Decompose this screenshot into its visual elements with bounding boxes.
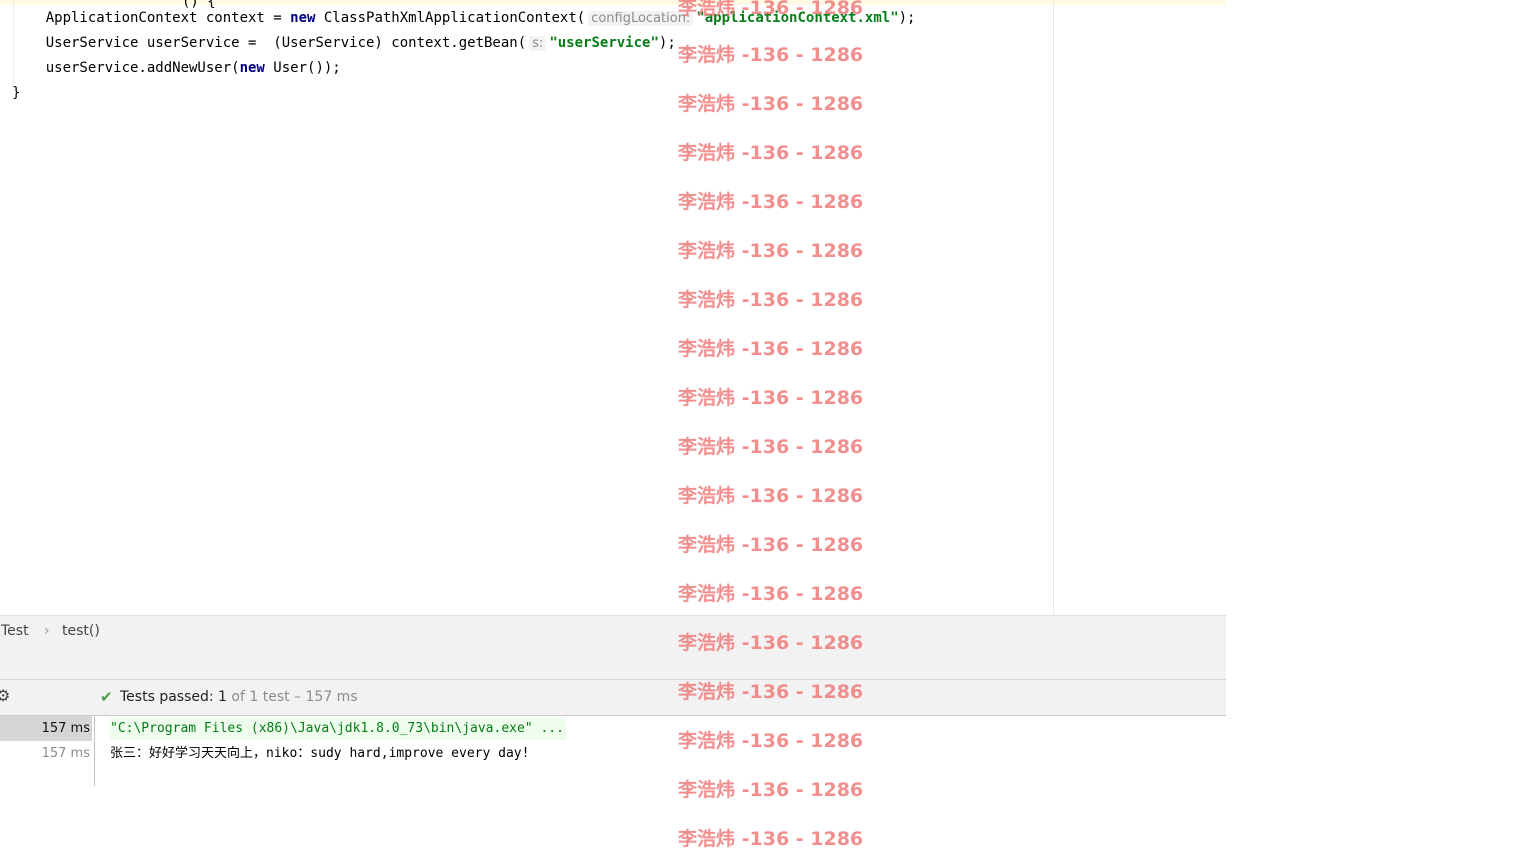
code-line-4[interactable]: } [12,83,20,103]
code-line-2[interactable]: UserService userService = (UserService) … [12,33,676,54]
code-text: ApplicationContext context = [12,10,291,26]
string-literal: "applicationContext.xml" [696,10,899,26]
check-icon: ✔ [100,688,113,706]
test-tree: 157 ms 157 ms [0,716,94,786]
test-status: Tests passed: 1 of 1 test – 157 ms [120,689,358,705]
console-output-line[interactable]: 张三：好好学习天天向上，niko：sudy hard,improve every… [110,743,529,765]
gear-icon[interactable]: ⚙ [0,688,12,704]
breadcrumb-item-method[interactable]: test() [62,623,100,639]
run-status-bar: ⚙ ✔ Tests passed: 1 of 1 test – 157 ms [0,680,1226,716]
string-literal: "userService" [549,35,659,51]
breadcrumb: Test › test() [0,615,1226,647]
passed-count: 1 [218,689,227,705]
code-line-1[interactable]: ApplicationContext context = new ClassPa… [12,8,915,29]
watermark-text: 李浩炜 -136 - 1286 [678,779,864,801]
code-text: UserService userService = (UserService) … [12,35,527,51]
breadcrumb-item-class[interactable]: Test [1,623,29,639]
watermark-text: 李浩炜 -136 - 1286 [678,730,864,752]
breadcrumb-separator: › [44,623,50,639]
tree-row-test[interactable]: 157 ms [0,741,92,766]
status-label: Tests passed: [120,689,214,705]
code-text: userService.addNewUser( [12,60,240,76]
code-text: User()); [264,60,341,76]
watermark-text: 李浩炜 -136 - 1286 [678,828,864,850]
right-margin-guide [1053,0,1054,615]
panel-divider[interactable] [94,716,95,786]
code-text: } [12,85,21,101]
console-command-line[interactable]: "C:\Program Files (x86)\Java\jdk1.8.0_73… [110,718,566,740]
tree-row-root[interactable]: 157 ms [0,716,92,741]
status-summary: of 1 test – 157 ms [231,689,358,705]
tool-window-tabs [0,646,1226,680]
keyword-new: new [239,60,265,76]
parameter-hint: configLocation: [588,11,694,26]
code-text: ); [658,35,676,51]
parameter-hint: s: [529,36,547,51]
code-text: ClassPathXmlApplicationContext( [315,10,586,26]
code-editor[interactable]: () { ApplicationContext context = new Cl… [0,0,1226,615]
code-text: ); [898,10,916,26]
keyword-new: new [290,10,316,26]
code-line-3[interactable]: userService.addNewUser(new User()); [12,58,341,78]
